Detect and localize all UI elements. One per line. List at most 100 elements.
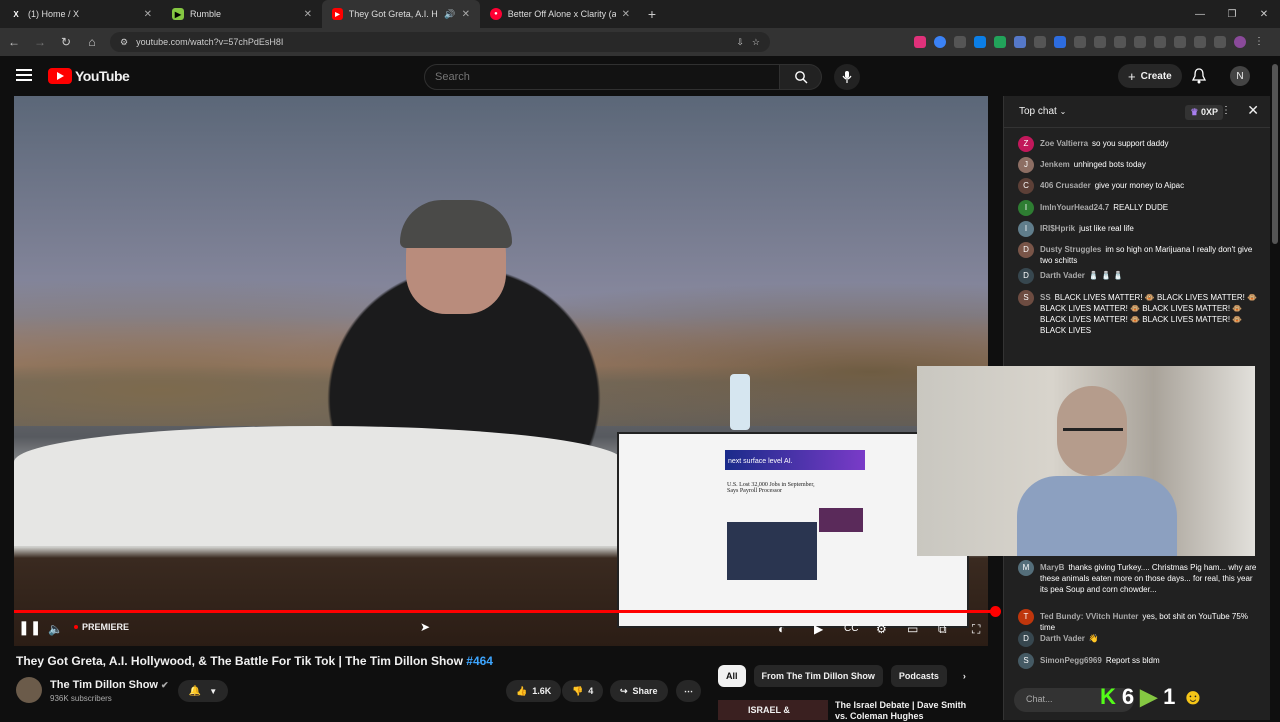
captions-icon[interactable]: CC: [844, 623, 858, 634]
profile-avatar[interactable]: [1234, 36, 1246, 48]
devtools-icon[interactable]: [1154, 36, 1166, 48]
extension-icon[interactable]: [1034, 36, 1046, 48]
close-chat-icon[interactable]: ✕: [1247, 102, 1259, 119]
close-tab-icon[interactable]: ✕: [622, 9, 630, 20]
extension-icon[interactable]: [1014, 36, 1026, 48]
autoplay-switch-icon[interactable]: ▶: [814, 622, 823, 636]
chat-user-avatar[interactable]: I: [1018, 200, 1034, 216]
side-panel-icon[interactable]: [1194, 36, 1206, 48]
reading-list-icon[interactable]: [1174, 36, 1186, 48]
chat-mode-selector[interactable]: Top chat ⌄: [1019, 106, 1066, 117]
chat-user-avatar[interactable]: T: [1018, 609, 1034, 625]
tab-search-icon[interactable]: [1214, 36, 1226, 48]
back-icon[interactable]: ←: [6, 35, 22, 49]
chat-author[interactable]: Dusty Struggles: [1040, 245, 1101, 254]
share-button[interactable]: ↪ Share: [610, 680, 668, 702]
hamburger-menu-icon[interactable]: [16, 69, 32, 81]
cast-icon[interactable]: ⧉: [938, 622, 947, 637]
autoplay-toggle[interactable]: ◐: [778, 622, 785, 636]
page-scrollbar[interactable]: [1270, 56, 1280, 720]
close-tab-icon[interactable]: ✕: [462, 9, 470, 20]
close-tab-icon[interactable]: ✕: [304, 9, 312, 20]
tab-youtube-video[interactable]: ▶ They Got Greta, A.I. Hollyw 🔊 ✕: [322, 0, 480, 28]
chat-author[interactable]: Jenkem: [1040, 160, 1070, 169]
pause-icon[interactable]: ❚❚: [18, 619, 41, 636]
close-window-icon[interactable]: ✕: [1248, 9, 1280, 20]
tab-rumble[interactable]: ▶ Rumble ✕: [162, 0, 322, 28]
notifications-bell-icon[interactable]: [1191, 68, 1207, 89]
voice-search-button[interactable]: [834, 64, 860, 90]
chat-author[interactable]: ImInYourHead24.7: [1040, 203, 1109, 212]
tab-x-home[interactable]: X (1) Home / X ✕: [0, 0, 162, 28]
extension-icon[interactable]: [974, 36, 986, 48]
install-icon[interactable]: ⇩: [736, 37, 744, 48]
reload-icon[interactable]: ↻: [58, 35, 74, 49]
chip-all[interactable]: All: [718, 665, 746, 687]
extension-icon[interactable]: [994, 36, 1006, 48]
chat-author[interactable]: SimonPegg6969: [1040, 656, 1102, 665]
minimize-icon[interactable]: —: [1184, 9, 1216, 20]
menu-kebab-icon[interactable]: ⋮: [1254, 36, 1266, 48]
forward-icon[interactable]: →: [32, 35, 48, 49]
extension-icon[interactable]: [914, 36, 926, 48]
chat-author[interactable]: Darth Vader: [1040, 634, 1085, 643]
progress-bar[interactable]: [14, 610, 994, 613]
extensions-puzzle-icon[interactable]: [1094, 36, 1106, 48]
settings-gear-icon[interactable]: ⚙: [876, 622, 887, 636]
restore-icon[interactable]: ❐: [1216, 9, 1248, 20]
chat-author[interactable]: SS: [1040, 293, 1051, 302]
channel-avatar[interactable]: [16, 677, 42, 703]
search-input[interactable]: [424, 64, 780, 90]
bookmark-star-icon[interactable]: ☆: [752, 37, 760, 48]
chat-author[interactable]: Darth Vader: [1040, 271, 1085, 280]
like-button[interactable]: 👍 1.6K: [506, 680, 562, 702]
extension-icon[interactable]: [1134, 36, 1146, 48]
chat-user-avatar[interactable]: Z: [1018, 136, 1034, 152]
volume-icon[interactable]: 🔈: [48, 622, 63, 636]
search-button[interactable]: [780, 64, 822, 90]
notification-bell-button[interactable]: 🔔 ▼: [178, 680, 228, 702]
chat-user-avatar[interactable]: I: [1018, 221, 1034, 237]
chat-user-avatar[interactable]: D: [1018, 631, 1034, 647]
site-info-icon[interactable]: ⚙: [120, 37, 128, 48]
chat-author[interactable]: MaryB: [1040, 563, 1064, 572]
create-button[interactable]: + Create: [1118, 64, 1182, 88]
account-avatar[interactable]: N: [1230, 66, 1250, 86]
history-icon[interactable]: [1114, 36, 1126, 48]
close-tab-icon[interactable]: ✕: [144, 9, 152, 20]
extension-icon[interactable]: [1074, 36, 1086, 48]
dislike-button[interactable]: 👎 4: [562, 680, 604, 702]
theater-mode-icon[interactable]: ▭: [907, 622, 918, 636]
chat-user-avatar[interactable]: D: [1018, 268, 1034, 284]
youtube-logo[interactable]: YouTube: [48, 68, 130, 84]
extension-icon[interactable]: [954, 36, 966, 48]
home-icon[interactable]: ⌂: [84, 35, 100, 49]
chat-user-avatar[interactable]: S: [1018, 653, 1034, 669]
video-hashtag[interactable]: #464: [466, 654, 493, 668]
more-vertical-icon[interactable]: ⋮: [1221, 105, 1231, 116]
chat-user-avatar[interactable]: D: [1018, 242, 1034, 258]
chevron-right-icon[interactable]: ›: [955, 665, 974, 687]
chat-user-avatar[interactable]: S: [1018, 290, 1034, 306]
scrubber-handle[interactable]: [990, 606, 1001, 617]
recommended-video[interactable]: ISRAEL & The Israel Debate | Dave Smith …: [718, 696, 968, 721]
tab-better-off-alone[interactable]: ● Better Off Alone x Clarity (agai ✕: [480, 0, 640, 28]
chat-user-avatar[interactable]: C: [1018, 178, 1034, 194]
more-actions-button[interactable]: ⋯: [676, 680, 701, 702]
chip-podcasts[interactable]: Podcasts: [890, 665, 947, 687]
chat-user-avatar[interactable]: M: [1018, 560, 1034, 576]
chat-author[interactable]: Ted Bundy: VVitch Hunter: [1040, 612, 1138, 621]
chat-author[interactable]: Zoe Valtierra: [1040, 139, 1088, 148]
speaker-icon[interactable]: 🔊: [444, 9, 455, 20]
chat-author[interactable]: IRI$Hprik: [1040, 224, 1075, 233]
chat-user-avatar[interactable]: J: [1018, 157, 1034, 173]
video-player[interactable]: next surface level AI. U.S. Lost 32,000 …: [14, 96, 988, 646]
address-bar[interactable]: ⚙ youtube.com/watch?v=57chPdEsH8I ⇩ ☆: [110, 32, 770, 52]
channel-name[interactable]: The Tim Dillon Show ✔: [50, 679, 169, 691]
chip-from-channel[interactable]: From The Tim Dillon Show: [753, 665, 883, 687]
extension-icon[interactable]: [1054, 36, 1066, 48]
fullscreen-icon[interactable]: ⛶: [972, 622, 980, 637]
extension-icon[interactable]: [934, 36, 946, 48]
xp-badge[interactable]: ♛ 0XP: [1185, 105, 1223, 120]
chat-author[interactable]: 406 Crusader: [1040, 181, 1091, 190]
